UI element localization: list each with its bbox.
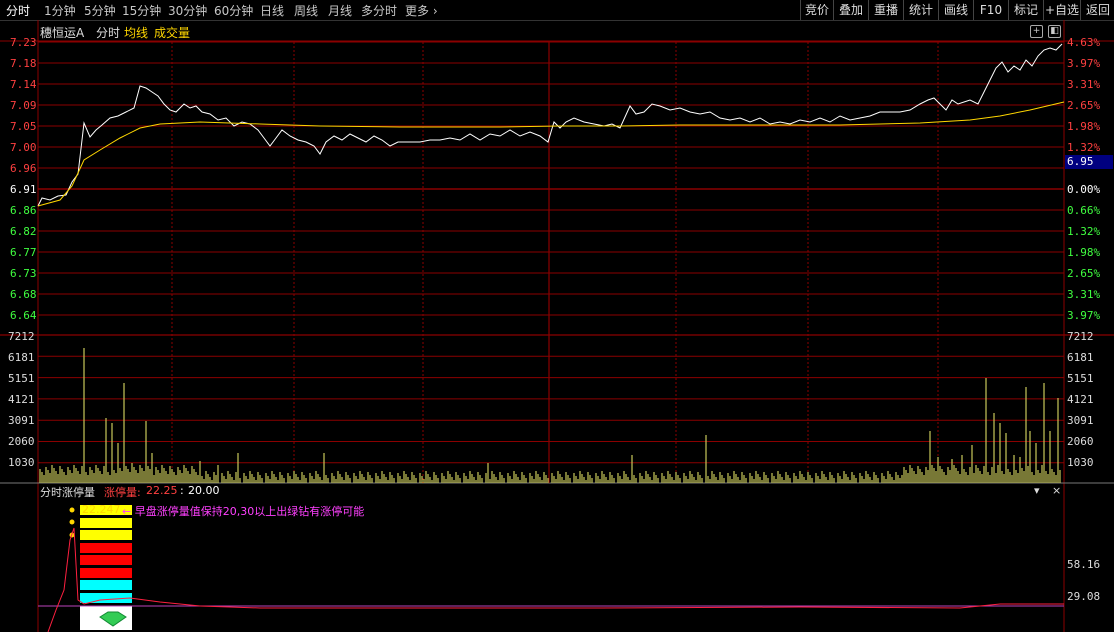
pct-tick: 4.63% [1067,36,1101,49]
pct-tick: 3.31% [1067,288,1101,301]
pct-tick: 1.32% [1067,141,1101,154]
indicator-dot [69,519,75,525]
price-tick: 6.82 [10,225,37,238]
volume-tick: 5151 [1067,372,1094,385]
close-icon[interactable]: × [1052,484,1061,497]
price-tick: 6.77 [10,246,37,259]
volume-tick: 3091 [1067,414,1094,427]
volume-tick: 2060 [1067,435,1094,448]
indicator-tick: 58.16 [1067,558,1101,571]
indicator-block-cyan [80,580,132,590]
volume-tick: 7212 [1067,330,1094,343]
indicator-param-label: 涨停量: [104,486,141,499]
price-tick: 7.05 [10,120,37,133]
indicator-dot [69,507,75,513]
pct-tick: 3.97% [1067,309,1101,322]
pct-tick: 0.00% [1067,183,1101,196]
price-tick: 6.91 [10,183,37,196]
volume-tick: 5151 [8,372,35,385]
pct-tick: 1.98% [1067,120,1101,133]
volume-tick: 7212 [8,330,35,343]
indicator-separator: : [180,484,184,497]
volume-tick: 3091 [8,414,35,427]
indicator-block-yellow [80,518,132,528]
indicator-param-value: 22.25 [146,484,178,497]
pct-tick: 0.66% [1067,204,1101,217]
chevron-down-icon[interactable]: ▾ [1034,484,1040,497]
volume-tick: 4121 [1067,393,1094,406]
price-tick: 6.68 [10,288,37,301]
indicator-annotation: ← 早盘涨停量值保持20,30以上出绿钻有涨停可能 [122,505,365,518]
indicator-line [47,527,1064,632]
price-line [37,43,1063,207]
pct-tick: 1.98% [1067,246,1101,259]
current-price-tag: 6.95 [1065,155,1113,169]
indicator-block-red [80,543,132,553]
price-tick: 7.14 [10,78,37,91]
pct-tick: 3.31% [1067,78,1101,91]
price-tick: 6.64 [10,309,37,322]
average-line [37,101,1065,207]
indicator-block-red [80,568,132,578]
pct-tick: 2.65% [1067,267,1101,280]
indicator-block-yellow [80,530,132,540]
price-tick: 7.00 [10,141,37,154]
indicator-tick: 29.08 [1067,590,1101,603]
volume-tick: 2060 [8,435,35,448]
pct-tick: 2.65% [1067,99,1101,112]
price-tick: 7.23 [10,36,37,49]
volume-tick: 6181 [1067,351,1094,364]
indicator-title[interactable]: 分时涨停量 [40,484,95,500]
price-tick: 7.18 [10,57,37,70]
volume-tick: 6181 [8,351,35,364]
indicator-block-red [80,555,132,565]
indicator-param-value: 20.00 [188,484,220,497]
volume-tick: 1030 [1067,456,1094,469]
price-tick: 6.86 [10,204,37,217]
volume-tick: 4121 [8,393,35,406]
price-tick: 6.73 [10,267,37,280]
price-tick: 6.96 [10,162,37,175]
price-tick: 7.09 [10,99,37,112]
intraday-chart [0,20,1114,632]
pct-tick: 1.32% [1067,225,1101,238]
pct-tick: 3.97% [1067,57,1101,70]
volume-tick: 1030 [8,456,35,469]
indicator-value: 22.247 [82,503,121,516]
